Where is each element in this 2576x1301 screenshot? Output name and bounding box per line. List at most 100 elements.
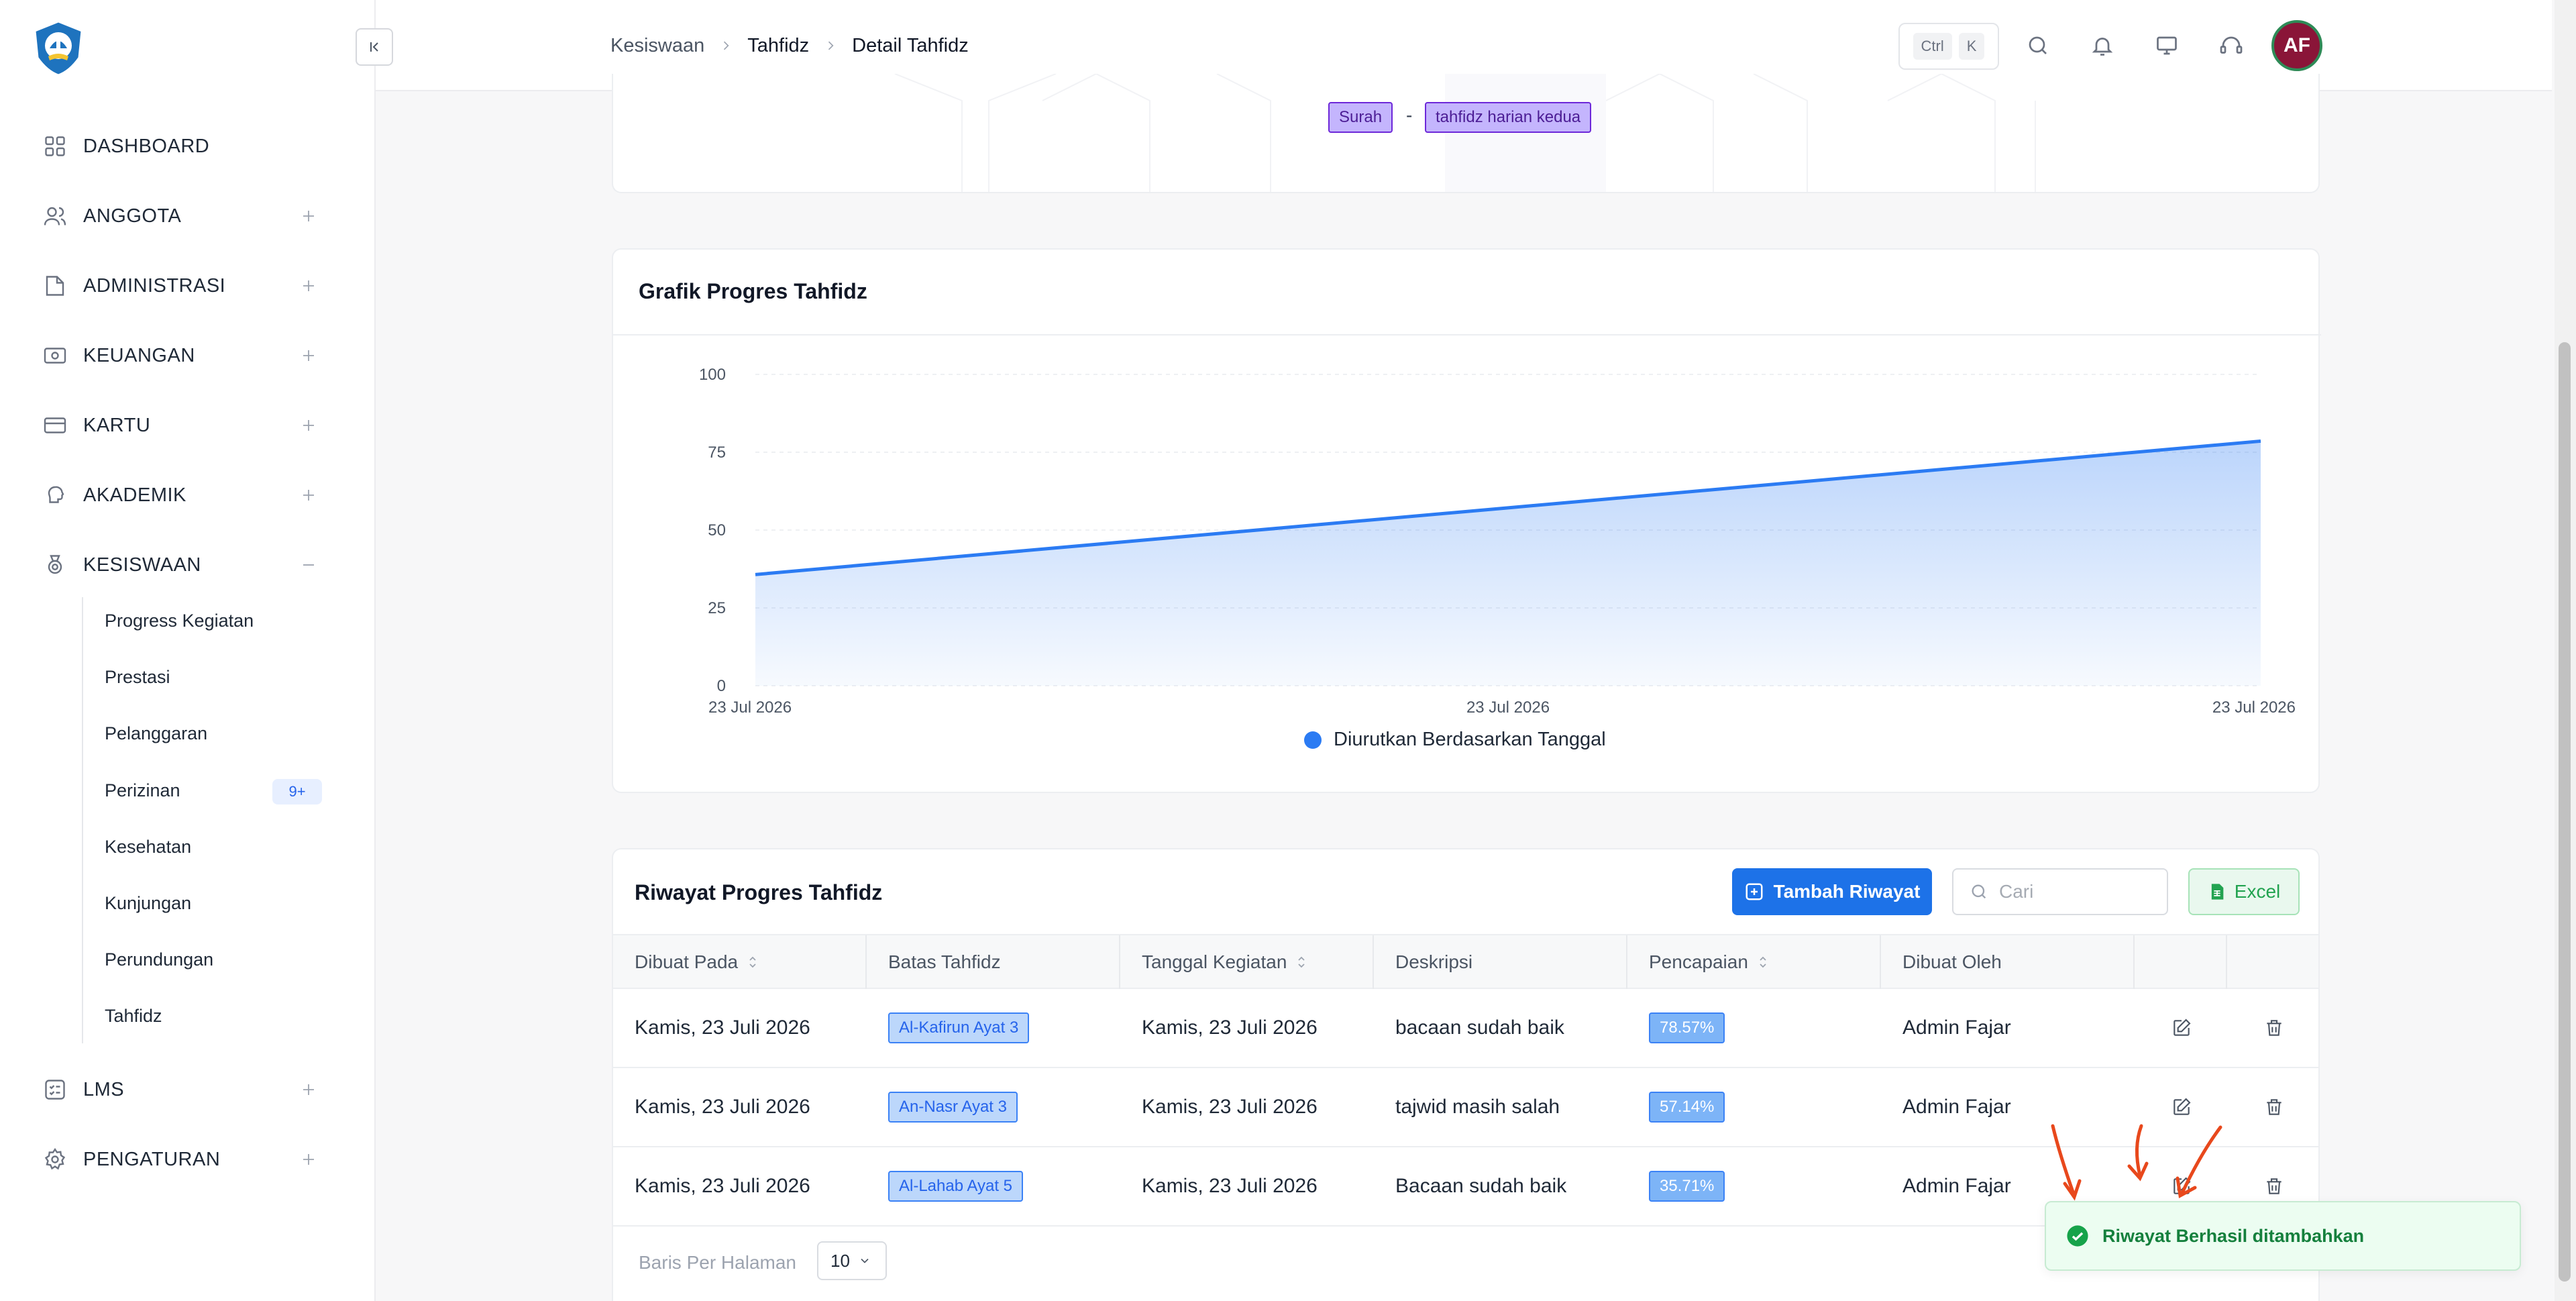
plus-icon[interactable] <box>295 412 322 439</box>
add-history-button[interactable]: Tambah Riwayat <box>1732 868 1932 915</box>
cell-description: Bacaan sudah baik <box>1395 1175 1567 1197</box>
bell-icon[interactable] <box>2085 28 2120 63</box>
tahfidz-info-card: Surah - tahfidz harian kedua <box>612 74 2320 193</box>
rows-per-page-value: 10 <box>830 1250 850 1271</box>
submenu-item-perizinan[interactable]: Perizinan <box>105 774 180 807</box>
rows-per-page-select[interactable]: 10 <box>817 1241 887 1280</box>
chevron-right-icon <box>824 39 837 52</box>
plus-icon[interactable] <box>295 482 322 509</box>
cell-limit-chip: An-Nasr Ayat 3 <box>888 1092 1018 1123</box>
column-header-delete <box>2227 935 2318 989</box>
search-input[interactable] <box>1999 881 2147 902</box>
sidebar-item-lms[interactable]: LMS <box>40 1070 322 1110</box>
submenu-item-kunjungan[interactable]: Kunjungan <box>105 886 191 920</box>
money-icon <box>40 341 70 370</box>
sidebar-item-administrasi[interactable]: ADMINISTRASI <box>40 266 322 306</box>
scrollbar-thumb[interactable] <box>2559 342 2571 1282</box>
sidebar-item-label: ADMINISTRASI <box>83 274 226 297</box>
search-icon[interactable] <box>2021 28 2055 63</box>
sidebar-item-label: ANGGOTA <box>83 205 182 227</box>
plus-square-icon <box>1746 883 1763 900</box>
column-header-edit <box>2135 935 2227 989</box>
sidebar-item-kartu[interactable]: KARTU <box>40 405 322 446</box>
y-tick-label: 0 <box>717 677 726 695</box>
export-excel-button[interactable]: Excel <box>2188 868 2300 915</box>
column-label: Tanggal Kegiatan <box>1142 951 1287 972</box>
cell-created-by: Admin Fajar <box>1902 1017 2011 1039</box>
sidebar-item-label: KEUANGAN <box>83 344 195 366</box>
command-palette-shortcut[interactable]: Ctrl K <box>1898 23 1999 70</box>
data-point[interactable] <box>2257 437 2265 445</box>
submenu-item-pelanggaran[interactable]: Pelanggaran <box>105 717 207 750</box>
cell-limit-chip: Al-Kafirun Ayat 3 <box>888 1012 1030 1043</box>
chevron-right-icon <box>719 39 733 52</box>
sidebar-item-akademik[interactable]: AKADEMIK <box>40 475 322 515</box>
sidebar-item-keuangan[interactable]: KEUANGAN <box>40 335 322 376</box>
cell-created-by: Admin Fajar <box>1902 1096 2011 1118</box>
monitor-icon[interactable] <box>2149 28 2184 63</box>
minus-icon[interactable] <box>295 552 322 578</box>
column-label: Dibuat Pada <box>635 951 739 972</box>
search-field[interactable] <box>1952 868 2168 915</box>
plus-icon[interactable] <box>295 203 322 229</box>
data-point[interactable] <box>751 570 759 578</box>
column-label: Pencapaian <box>1649 951 1748 972</box>
cell-created: Kamis, 23 Juli 2026 <box>635 1096 810 1118</box>
submenu-item-prestasi[interactable]: Prestasi <box>105 660 170 694</box>
legend-label: Diurutkan Berdasarkan Tanggal <box>1334 729 1606 750</box>
plus-icon[interactable] <box>295 1146 322 1173</box>
trash-icon[interactable] <box>2259 1172 2289 1201</box>
column-header-deskripsi: Deskripsi <box>1374 935 1627 989</box>
sidebar-item-kesiswaan[interactable]: KESISWAAN <box>40 545 322 585</box>
edit-icon[interactable] <box>2167 1013 2196 1043</box>
breadcrumb-tahfidz[interactable]: Tahfidz <box>747 35 809 57</box>
breadcrumb-kesiswaan[interactable]: Kesiswaan <box>610 35 704 57</box>
chart-legend[interactable]: Diurutkan Berdasarkan Tanggal <box>1304 729 1606 751</box>
data-point[interactable] <box>1504 504 1512 512</box>
card-icon <box>40 411 70 440</box>
y-tick-label: 50 <box>708 521 726 539</box>
submenu-item-kesehatan[interactable]: Kesehatan <box>105 830 191 864</box>
sort-icon[interactable] <box>1296 955 1307 970</box>
trash-icon[interactable] <box>2259 1092 2289 1122</box>
submenu-item-tahfidz[interactable]: Tahfidz <box>105 999 162 1033</box>
excel-label: Excel <box>2234 881 2281 902</box>
check-circle-icon <box>2067 1225 2088 1247</box>
sort-icon[interactable] <box>747 955 758 970</box>
submenu-item-perundungan[interactable]: Perundungan <box>105 943 213 976</box>
column-label: Batas Tahfidz <box>888 951 1001 972</box>
cell-created-by: Admin Fajar <box>1902 1175 2011 1197</box>
column-header-tanggal-kegiatan[interactable]: Tanggal Kegiatan <box>1120 935 1374 989</box>
plus-icon[interactable] <box>295 342 322 369</box>
y-tick-label: 75 <box>708 444 726 462</box>
sidebar-item-label: KESISWAAN <box>83 554 201 576</box>
table-row: Kamis, 23 Juli 2026 Al-Kafirun Ayat 3 Ka… <box>613 989 2318 1068</box>
cell-achievement-chip: 78.57% <box>1649 1012 1725 1043</box>
sort-icon[interactable] <box>1758 955 1768 970</box>
sidebar-item-dashboard[interactable]: DASHBOARD <box>40 126 322 166</box>
surah-tag: Surah <box>1328 102 1393 133</box>
gear-icon <box>40 1145 70 1174</box>
sidebar-collapse-button[interactable] <box>356 28 393 66</box>
sidebar-item-anggota[interactable]: ANGGOTA <box>40 196 322 236</box>
user-avatar[interactable]: AF <box>2271 20 2322 71</box>
plus-icon[interactable] <box>295 272 322 299</box>
sidebar: DASHBOARD ANGGOTA ADMINISTRASI KEUANGAN … <box>0 0 376 1301</box>
tahfidz-name-tag: tahfidz harian kedua <box>1425 102 1592 133</box>
column-header-batas-tahfidz: Batas Tahfidz <box>867 935 1120 989</box>
trash-icon[interactable] <box>2259 1013 2289 1043</box>
progress-area-chart: 0 25 50 75 100 23 Jul 2026 23 Jul 2026 23 Jul 2… <box>699 366 2296 717</box>
column-header-pencapaian[interactable]: Pencapaian <box>1627 935 1881 989</box>
progress-chart-card: Grafik Progres Tahfidz 0 25 50 75 100 23 Jul … <box>612 248 2321 793</box>
plus-icon[interactable] <box>295 1076 322 1103</box>
submenu-item-progress-kegiatan[interactable]: Progress Kegiatan <box>105 604 254 637</box>
chevron-down-icon <box>861 1258 869 1263</box>
sidebar-item-pengaturan[interactable]: PENGATURAN <box>40 1139 322 1180</box>
collapse-icon <box>370 42 378 52</box>
spreadsheet-icon <box>2211 884 2224 900</box>
submenu-line <box>82 597 83 1043</box>
school-logo[interactable] <box>30 19 87 76</box>
support-headset-icon[interactable] <box>2214 28 2249 63</box>
column-header-dibuat-pada[interactable]: Dibuat Pada <box>613 935 867 989</box>
annotation-arrows <box>2051 1124 2222 1201</box>
